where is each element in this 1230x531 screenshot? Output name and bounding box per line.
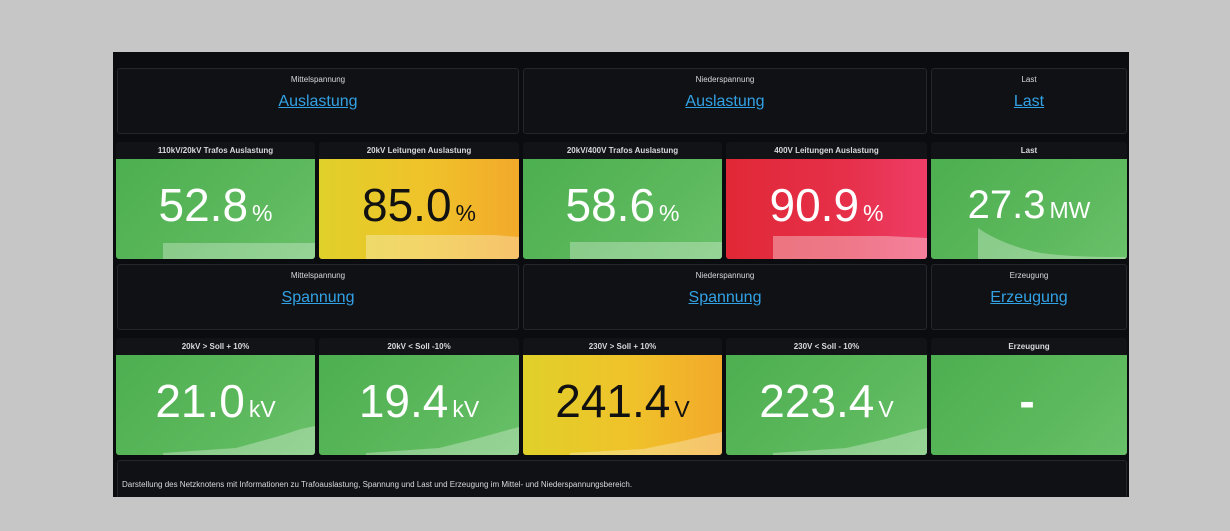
stat-20kv-leitungen[interactable]: 20kV Leitungen Auslastung 85.0% [319,142,519,259]
stat-title: 20kV < Soll -10% [387,342,451,351]
stat-body: 21.0 kV [116,355,315,455]
panel-title: Mittelspannung [290,271,346,280]
panel-erzeugung: Erzeugung Erzeugung [931,264,1127,330]
stat-20kv-under[interactable]: 20kV < Soll -10% 19.4 kV [319,338,519,455]
stat-title: Erzeugung [1008,342,1050,351]
panel-mittelspannung-spannung: Mittelspannung Spannung [117,264,519,330]
sparkline [978,228,1127,259]
stat-body: 19.4 kV [319,355,519,455]
stat-title: 400V Leitungen Auslastung [774,146,879,155]
sparkline [773,236,927,259]
sparkline [570,432,722,455]
stat-body: - [931,355,1127,455]
panel-last: Last Last [931,68,1127,134]
panel-niederspannung-spannung: Niederspannung Spannung [523,264,927,330]
panel-title: Niederspannung [695,75,755,84]
stat-title: 20kV Leitungen Auslastung [366,146,472,155]
panel-title: Erzeugung [1009,271,1049,280]
stat-20kv-over[interactable]: 20kV > Soll + 10% 21.0 kV [116,338,315,455]
stat-110kv-20kv-trafos[interactable]: 110kV/20kV Trafos Auslastung 52.8% [116,142,315,259]
dashboard: Mittelspannung Auslastung Niederspannung… [113,52,1129,497]
stat-last[interactable]: Last 27.3 MW [931,142,1127,259]
panel-title: Niederspannung [695,271,755,280]
stat-body: 241.4 V [523,355,722,455]
sparkline [773,428,927,455]
spannung-link[interactable]: Spannung [118,289,518,307]
spannung-link[interactable]: Spannung [524,289,926,307]
stat-400v-leitungen[interactable]: 400V Leitungen Auslastung 90.9% [726,142,927,259]
stat-title: 230V < Soll - 10% [793,342,860,351]
stat-body: 52.8% [116,159,315,259]
panel-niederspannung-auslastung: Niederspannung Auslastung [523,68,927,134]
sparkline [163,426,315,455]
stat-20kv-400v-trafos[interactable]: 20kV/400V Trafos Auslastung 58.6% [523,142,722,259]
stat-title: 230V > Soll + 10% [588,342,657,351]
stat-value-wrap: - [931,375,1127,435]
sparkline [570,242,722,259]
panel-title: Mittelspannung [290,75,346,84]
stat-body: 27.3 MW [931,159,1127,259]
auslastung-link[interactable]: Auslastung [118,93,518,111]
stat-230v-under[interactable]: 230V < Soll - 10% 223.4 V [726,338,927,455]
stat-body: 85.0% [319,159,519,259]
erzeugung-link[interactable]: Erzeugung [932,289,1126,307]
stat-body: 90.9% [726,159,927,259]
panel-mittelspannung-auslastung: Mittelspannung Auslastung [117,68,519,134]
stat-erzeugung[interactable]: Erzeugung - [931,338,1127,455]
sparkline [163,243,315,259]
sparkline [366,235,519,259]
description-text: Darstellung des Netzknotens mit Informat… [122,480,633,489]
auslastung-link[interactable]: Auslastung [524,93,926,111]
stat-title: 20kV > Soll + 10% [181,342,250,351]
stat-title: 20kV/400V Trafos Auslastung [566,146,679,155]
last-link[interactable]: Last [932,93,1126,111]
stat-230v-over[interactable]: 230V > Soll + 10% 241.4 V [523,338,722,455]
stat-body: 223.4 V [726,355,927,455]
stat-body: 58.6% [523,159,722,259]
stat-value: - [1019,375,1035,427]
description-panel [117,460,1127,497]
sparkline [366,427,519,455]
stat-title: 110kV/20kV Trafos Auslastung [157,146,274,155]
panel-title: Last [1021,75,1037,84]
stat-title: Last [1020,146,1038,155]
